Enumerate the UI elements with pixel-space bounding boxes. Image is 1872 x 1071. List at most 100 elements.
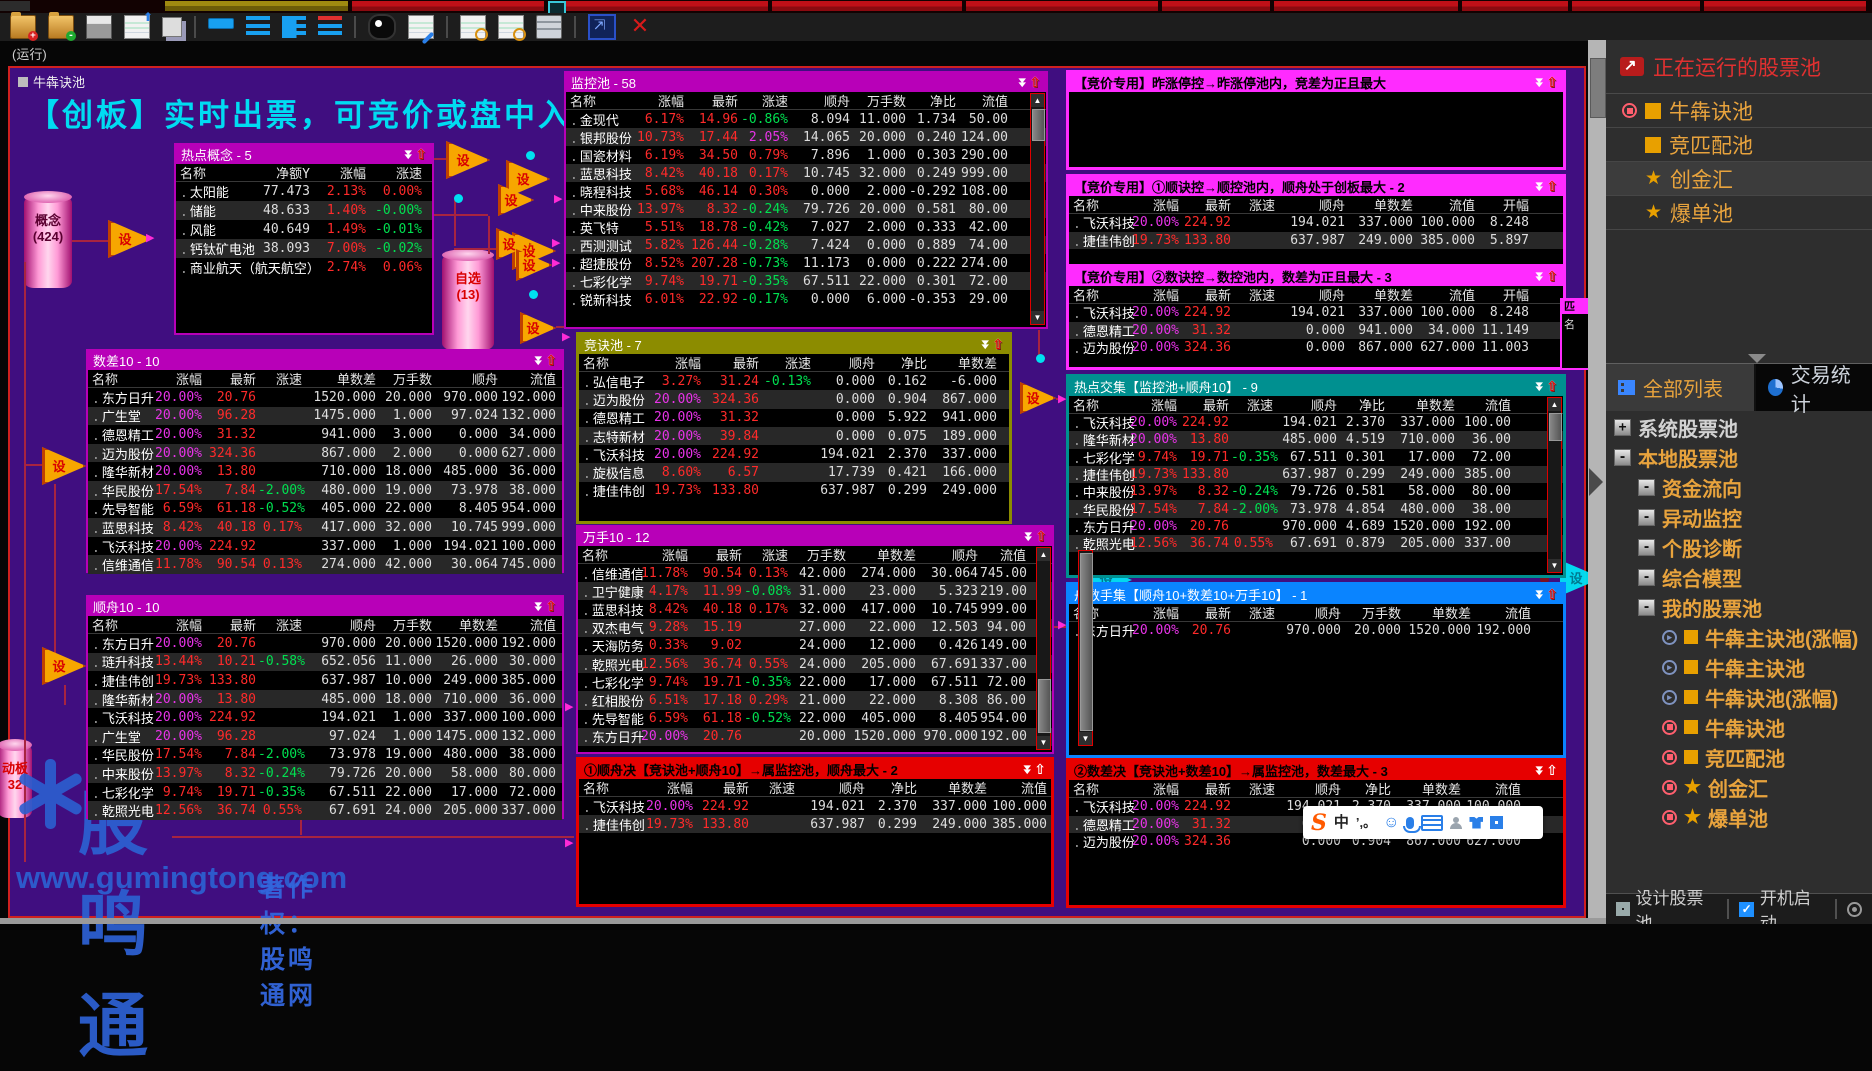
collapse-icon[interactable]: ▼▼ — [1533, 79, 1544, 87]
tree-item[interactable]: -本地股票池 — [1606, 442, 1872, 472]
checkbox-icon[interactable]: ✓ — [1739, 902, 1753, 917]
table-row[interactable]: 广生堂20.00%96.2897.0241.0001475.000132.000 — [88, 727, 562, 746]
table-row[interactable]: 蓝思科技8.42%40.180.17%10.74532.0000.249999.… — [566, 164, 1046, 182]
col-header[interactable]: 名称 — [88, 369, 152, 388]
setting-node-icon[interactable]: 设 — [42, 647, 86, 685]
collapse-icon[interactable]: ▼▼ — [1533, 591, 1544, 599]
col-header[interactable]: 涨速 — [258, 615, 304, 634]
table-row[interactable]: 飞沃科技20.00%224.92337.0001.000194.021100.0… — [88, 537, 562, 556]
running-pool-item[interactable]: 牛犇诀池 — [1606, 94, 1872, 128]
col-header[interactable]: 万手数 — [790, 545, 848, 564]
scrollbar-thumb[interactable] — [1590, 58, 1606, 118]
col-header[interactable]: 涨速 — [1233, 285, 1277, 304]
table-row[interactable]: 东方日升20.00%20.76970.0004.6891520.000192.0… — [1069, 518, 1563, 535]
move-up-icon[interactable]: ⇧ — [1546, 764, 1558, 778]
tree-item[interactable]: 竞匹配池 — [1606, 742, 1872, 772]
tree-item[interactable]: ★创金汇 — [1606, 772, 1872, 802]
col-header[interactable]: 单数差 — [1347, 195, 1415, 214]
col-header[interactable]: 净比 — [908, 91, 958, 110]
col-header[interactable]: 净额Y — [254, 163, 312, 182]
col-header[interactable]: 最新 — [690, 545, 744, 564]
align-left-icon[interactable] — [246, 16, 270, 38]
col-header[interactable]: 名称 — [1069, 285, 1131, 304]
setting-node-icon[interactable]: 设 — [446, 141, 490, 179]
col-header[interactable]: 涨速 — [1233, 195, 1277, 214]
table-row[interactable]: 迈为股份20.00%324.360.0000.904867.000 — [579, 390, 1009, 408]
running-pool-item[interactable]: ★爆单池 — [1606, 196, 1872, 230]
col-header[interactable]: 顺舟 — [790, 91, 852, 110]
sogou-logo-icon[interactable]: S — [1311, 812, 1327, 834]
tree-item[interactable]: -综合模型 — [1606, 562, 1872, 592]
tree-item[interactable]: -资金流向 — [1606, 472, 1872, 502]
col-header[interactable]: 顺舟 — [1275, 395, 1339, 414]
tree-item[interactable]: ★爆单池 — [1606, 802, 1872, 832]
mic-icon[interactable] — [1406, 817, 1414, 829]
tree-toggle-icon[interactable]: - — [1638, 509, 1655, 526]
col-header[interactable]: 单数差 — [304, 369, 378, 388]
table-row[interactable]: 东方日升20.00%20.76970.00020.0001520.000192.… — [1069, 622, 1563, 640]
panel-wanshou[interactable]: 万手10 - 12▼▼⇧名称涨幅最新涨速万手数单数差顺舟流值信维通信11.78%… — [576, 525, 1054, 754]
table-row[interactable]: 乾照光电12.56%36.740.55%67.69124.000205.0003… — [88, 801, 562, 820]
table-row[interactable]: 英飞特5.51%18.78-0.42%7.0272.0000.33342.00 — [566, 218, 1046, 236]
table-row[interactable]: 先导智能6.59%61.18-0.52%22.000405.0008.40595… — [578, 710, 1052, 728]
col-header[interactable]: 涨速 — [1233, 603, 1277, 622]
col-header[interactable]: 流值 — [958, 91, 1010, 110]
col-header[interactable]: 名称 — [579, 778, 643, 797]
col-header[interactable]: 名称 — [1069, 395, 1129, 414]
col-header[interactable]: 单数差 — [919, 778, 989, 797]
col-header[interactable]: 流值 — [1415, 195, 1477, 214]
float-scrollbar[interactable]: ▼ — [1078, 550, 1093, 746]
col-header[interactable]: 涨速 — [740, 91, 790, 110]
table-row[interactable]: 国瓷材料6.19%34.500.79%7.8961.0000.303290.00 — [566, 146, 1046, 164]
col-header[interactable]: 单数差 — [1347, 285, 1415, 304]
table-row[interactable]: 七彩化学9.74%19.71-0.35%22.00017.00067.51172… — [578, 673, 1052, 691]
table-row[interactable]: 天海防务0.33%9.0224.00012.0000.426149.00 — [578, 637, 1052, 655]
table-row[interactable]: 商业航天（航天航空）2.74%0.06% — [176, 258, 432, 277]
panel-pA[interactable]: 【竞价专用】昨涨停控→昨涨停池内，竞差为正且最大▼▼⇧ — [1066, 70, 1566, 170]
table-row[interactable]: 蓝思科技8.42%40.180.17%417.00032.00010.74599… — [88, 518, 562, 537]
col-header[interactable]: 涨速 — [1233, 779, 1277, 798]
design-pool-button[interactable]: 设计股票池 — [1616, 884, 1717, 924]
col-header[interactable]: 涨速 — [761, 353, 813, 372]
collapse-icon[interactable]: ▼▼ — [979, 341, 990, 349]
col-header[interactable]: 涨幅 — [643, 778, 695, 797]
move-up-icon[interactable]: ⇧ — [1029, 76, 1041, 90]
tree-item[interactable]: -我的股票池 — [1606, 592, 1872, 622]
move-up-icon[interactable]: ⇧ — [545, 354, 557, 368]
pool-cylinder-node[interactable]: 动板32 — [0, 744, 32, 818]
table-row[interactable]: 捷佳伟创19.73%133.80637.987249.000385.0005.8… — [1069, 232, 1563, 250]
collapse-icon[interactable]: ▼▼ — [1533, 183, 1544, 191]
align-right-icon[interactable] — [318, 16, 342, 38]
pool-cylinder-node[interactable]: 概念(424) — [24, 196, 72, 288]
copy-icon[interactable] — [162, 17, 182, 37]
table-row[interactable]: 广生堂20.00%96.281475.0001.00097.024132.000 — [88, 407, 562, 426]
col-header[interactable]: 净比 — [1343, 779, 1393, 798]
table-row[interactable]: 华民股份17.54%7.84-2.00%73.9784.854480.00038… — [1069, 500, 1563, 517]
panel-pD[interactable]: 热点交集【监控池+顺舟10】 - 9▼▼⇧名称涨幅最新涨速顺舟净比单数差流值飞沃… — [1066, 374, 1566, 578]
collapse-icon[interactable]: ▼▼ — [402, 151, 413, 159]
person-icon[interactable] — [1450, 817, 1462, 829]
col-header[interactable]: 顺舟 — [434, 369, 500, 388]
col-header[interactable]: 净比 — [1339, 395, 1387, 414]
table-row[interactable]: 信维通信11.78%90.540.13%42.000274.00030.0647… — [578, 564, 1052, 582]
tab-trade-stats[interactable]: 交易统计 — [1756, 364, 1872, 411]
panel-pB[interactable]: 【竞价专用】①顺诀控→顺控池内，顺舟处于创板最大 - 2▼▼⇧名称涨幅最新涨速顺… — [1066, 174, 1566, 268]
table-row[interactable]: 德恩精工20.00%31.320.0005.922941.000 — [579, 409, 1009, 427]
running-pool-item[interactable]: 竞匹配池 — [1606, 128, 1872, 162]
col-header[interactable]: 涨幅 — [1131, 285, 1181, 304]
table-row[interactable]: 七彩化学9.74%19.71-0.35%67.51122.00017.00072… — [88, 783, 562, 802]
col-header[interactable]: 流值 — [1463, 779, 1523, 798]
collapse-icon[interactable]: ▼▼ — [1022, 533, 1033, 541]
table-row[interactable]: 双杰电气9.28%15.1927.00022.00012.50394.00 — [578, 619, 1052, 637]
table-row[interactable]: 捷佳伟创19.73%133.80637.9870.299249.000 — [579, 482, 1009, 500]
col-header[interactable]: 涨幅 — [152, 369, 204, 388]
tree-toggle-icon[interactable]: - — [1638, 569, 1655, 586]
col-header[interactable]: 顺舟 — [304, 615, 378, 634]
table-row[interactable]: 飞沃科技20.00%224.92194.0212.370337.000100.0… — [1069, 414, 1563, 431]
search-list-icon[interactable] — [498, 15, 524, 39]
col-header[interactable]: 单数差 — [848, 545, 918, 564]
col-header[interactable]: 最新 — [1181, 285, 1233, 304]
col-header[interactable]: 最新 — [204, 615, 258, 634]
save-icon[interactable] — [86, 15, 112, 39]
table-row[interactable]: 乾照光电12.56%36.740.55%67.6910.879205.00033… — [1069, 535, 1563, 552]
